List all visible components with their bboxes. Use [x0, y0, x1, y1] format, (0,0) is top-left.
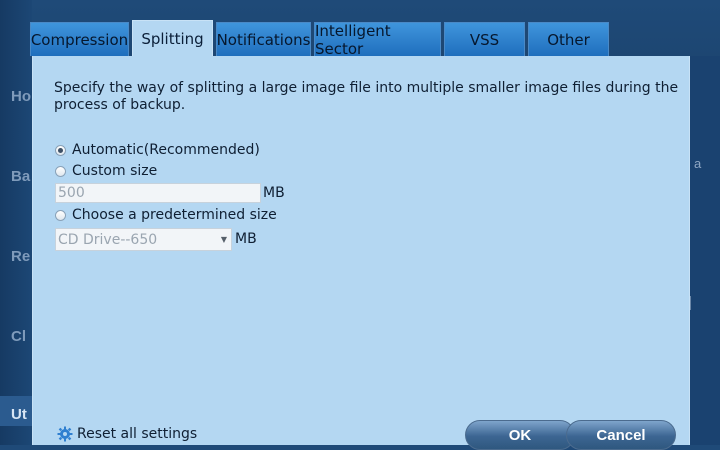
splitting-description: Specify the way of splitting a large ima…	[54, 80, 679, 113]
option-custom-size[interactable]: Custom size	[55, 163, 157, 179]
background-right-text: a	[694, 156, 702, 171]
predetermined-size-dropdown[interactable]: CD Drive--650 ▼	[55, 228, 232, 251]
predetermined-size-unit: MB	[235, 231, 257, 247]
option-predetermined-size-label: Choose a predetermined size	[72, 207, 277, 223]
custom-size-value: 500	[58, 185, 85, 201]
background-right-pane	[690, 56, 720, 445]
cancel-button[interactable]: Cancel	[566, 420, 676, 450]
background-nav-item-utilities: Ut	[11, 406, 27, 423]
gear-icon	[57, 426, 73, 442]
settings-tab-strip: Compression Splitting Notifications Inte…	[30, 20, 609, 58]
tab-vss[interactable]: VSS	[444, 22, 525, 56]
predetermined-size-value: CD Drive--650	[58, 231, 158, 248]
radio-custom-size[interactable]	[55, 165, 66, 177]
tab-compression[interactable]: Compression	[30, 22, 129, 56]
tab-other[interactable]: Other	[528, 22, 609, 56]
background-sidebar	[0, 0, 32, 445]
ok-button[interactable]: OK	[465, 420, 575, 450]
splitting-panel: Specify the way of splitting a large ima…	[32, 56, 690, 450]
reset-all-settings-label: Reset all settings	[77, 426, 198, 442]
custom-size-unit: MB	[263, 185, 285, 201]
background-nav-item-restore: Re	[11, 248, 31, 265]
radio-predetermined-size[interactable]	[55, 209, 66, 221]
radio-automatic[interactable]	[55, 144, 66, 156]
background-right-tick	[690, 296, 691, 310]
option-predetermined-size[interactable]: Choose a predetermined size	[55, 207, 277, 223]
tab-intelligent-sector[interactable]: Intelligent Sector	[314, 22, 441, 58]
tab-splitting[interactable]: Splitting	[132, 20, 213, 56]
option-automatic[interactable]: Automatic(Recommended)	[55, 142, 260, 158]
chevron-down-icon[interactable]: ▼	[219, 229, 229, 250]
reset-all-settings-link[interactable]: Reset all settings	[57, 426, 197, 442]
custom-size-input[interactable]: 500	[55, 183, 261, 203]
background-nav-item-backup: Ba	[11, 168, 31, 185]
tab-notifications[interactable]: Notifications	[216, 22, 311, 56]
background-nav-item-clone: Cl	[11, 328, 26, 345]
option-automatic-label: Automatic(Recommended)	[72, 142, 260, 158]
background-nav-item-home: Ho	[11, 88, 31, 105]
option-custom-size-label: Custom size	[72, 163, 158, 179]
